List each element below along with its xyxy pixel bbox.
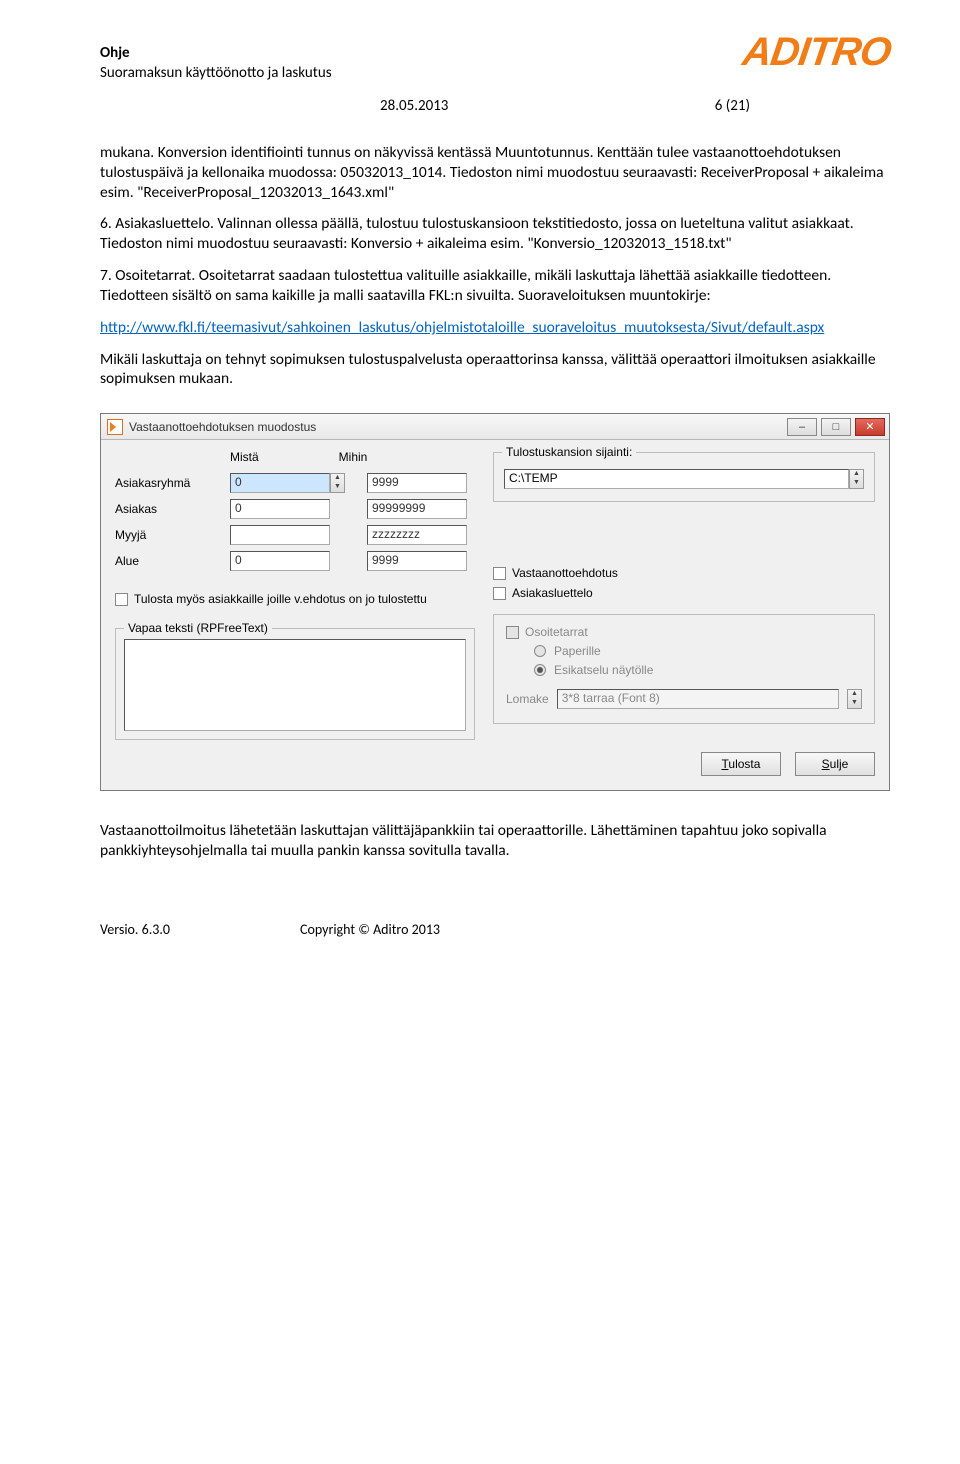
close-button[interactable]: ✕: [855, 418, 885, 436]
doc-date: 28.05.2013: [380, 97, 448, 115]
right-pane: Tulostuskansion sijainti: C:\TEMP ▲▼ Vas…: [493, 450, 875, 740]
footer-copyright: Copyright © Aditro 2013: [300, 921, 440, 938]
doc-page: 6 (21): [715, 97, 750, 115]
labels-panel: Osoitetarrat Paperille Esikatselu näytöl…: [493, 614, 875, 724]
button-row: Tulosta Sulje: [101, 752, 889, 790]
asiakas-from[interactable]: 0: [230, 499, 330, 519]
row-alue: Alue 0 9999: [115, 548, 475, 574]
print-button[interactable]: Tulosta: [701, 752, 781, 776]
myyja-from[interactable]: [230, 525, 330, 545]
paragraph-2: 6. Asiakasluettelo. Valinnan ollessa pää…: [100, 214, 890, 254]
close-dialog-button[interactable]: Sulje: [795, 752, 875, 776]
document-header: Ohje Suoramaksun käyttöönotto ja laskutu…: [100, 30, 890, 83]
body-text: mukana. Konversion identifiointi tunnus …: [100, 143, 890, 389]
proposal-label: Vastaanottoehdotus: [512, 566, 618, 580]
folder-label: Tulostuskansion sijainti:: [502, 445, 636, 459]
print-already-checkbox[interactable]: [115, 593, 128, 606]
labels-label: Osoitetarrat: [525, 625, 588, 639]
aditro-logo: ADITRO: [740, 30, 894, 75]
doc-subtitle: Suoramaksun käyttöönotto ja laskutus: [100, 64, 332, 84]
col-from: Mistä: [230, 450, 259, 464]
myyja-to[interactable]: zzzzzzzz: [367, 525, 467, 545]
customerlist-label: Asiakasluettelo: [512, 586, 593, 600]
labels-checkbox[interactable]: [506, 626, 519, 639]
lomake-label: Lomake: [506, 692, 549, 706]
asiakasryhma-from-spinner[interactable]: ▲▼: [330, 473, 345, 493]
titlebar: Vastaanottoehdotuksen muodostus – □ ✕: [101, 414, 889, 440]
window-title: Vastaanottoehdotuksen muodostus: [129, 420, 785, 434]
row-myyja: Myyjä zzzzzzzz: [115, 522, 475, 548]
left-pane: Mistä Mihin Asiakasryhmä 0 ▲▼ 9999 Asiak…: [115, 450, 475, 740]
paragraph-3: 7. Osoitetarrat. Osoitetarrat saadaan tu…: [100, 266, 890, 306]
freetext-box: Vapaa teksti (RPFreeText): [115, 628, 475, 740]
radio-paper-label: Paperille: [554, 644, 601, 658]
paragraph-5: Vastaanottoilmoitus lähetetään laskuttaj…: [100, 821, 890, 861]
folder-browse-button[interactable]: ▲▼: [849, 469, 864, 489]
asiakasryhma-from[interactable]: 0: [230, 473, 330, 493]
radio-paper: [534, 645, 546, 657]
label-asiakas: Asiakas: [115, 502, 230, 516]
col-to: Mihin: [339, 450, 368, 464]
asiakasryhma-to[interactable]: 9999: [367, 473, 467, 493]
app-icon: [107, 419, 123, 435]
label-myyja: Myyjä: [115, 528, 230, 542]
asiakas-to[interactable]: 99999999: [367, 499, 467, 519]
label-alue: Alue: [115, 554, 230, 568]
folder-path[interactable]: C:\TEMP: [504, 469, 849, 489]
customerlist-checkbox[interactable]: [493, 587, 506, 600]
freetext-textarea[interactable]: [124, 639, 466, 731]
radio-preview-label: Esikatselu näytölle: [554, 663, 653, 677]
lomake-spinner[interactable]: ▲▼: [847, 689, 862, 709]
paragraph-1: mukana. Konversion identifiointi tunnus …: [100, 143, 890, 202]
lomake-select[interactable]: 3*8 tarraa (Font 8): [557, 689, 839, 709]
print-already-label: Tulosta myös asiakkaille joille v.ehdotu…: [134, 592, 427, 606]
doc-meta: 28.05.2013 6 (21): [380, 97, 750, 115]
doc-title: Ohje: [100, 44, 332, 64]
minimize-button[interactable]: –: [787, 418, 817, 436]
fkl-link[interactable]: http://www.fkl.fi/teemasivut/sahkoinen_l…: [100, 318, 824, 337]
paragraph-4: Mikäli laskuttaja on tehnyt sopimuksen t…: [100, 350, 890, 390]
alue-from[interactable]: 0: [230, 551, 330, 571]
app-window: Vastaanottoehdotuksen muodostus – □ ✕ Mi…: [100, 413, 890, 791]
proposal-checkbox[interactable]: [493, 567, 506, 580]
footer-version: Versio. 6.3.0: [100, 921, 170, 938]
footer: Versio. 6.3.0 Copyright © Aditro 2013: [100, 921, 890, 938]
folder-fieldset: Tulostuskansion sijainti: C:\TEMP ▲▼: [493, 452, 875, 502]
alue-to[interactable]: 9999: [367, 551, 467, 571]
row-asiakasryhma: Asiakasryhmä 0 ▲▼ 9999: [115, 470, 475, 496]
print-already-row: Tulosta myös asiakkaille joille v.ehdotu…: [115, 592, 475, 606]
label-asiakasryhma: Asiakasryhmä: [115, 476, 230, 490]
freetext-label: Vapaa teksti (RPFreeText): [124, 621, 272, 635]
maximize-button[interactable]: □: [821, 418, 851, 436]
row-asiakas: Asiakas 0 99999999: [115, 496, 475, 522]
radio-preview: [534, 664, 546, 676]
